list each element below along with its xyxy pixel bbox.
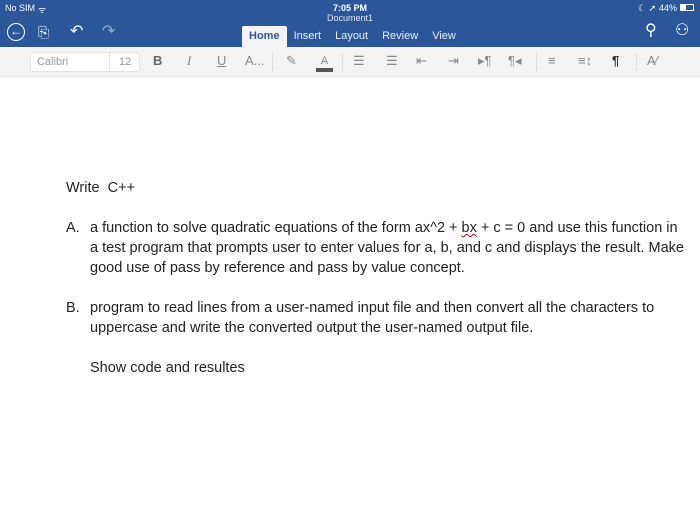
font-name[interactable]: Calibri	[37, 56, 68, 68]
battery-level: 44%	[659, 3, 678, 13]
item-a-text: a function to solve quadratic equations …	[90, 220, 462, 236]
underline-button[interactable]: U	[217, 54, 226, 68]
redo-icon[interactable]: ↷	[102, 24, 115, 40]
back-icon[interactable]: ←	[7, 23, 25, 41]
tab-view[interactable]: View	[425, 26, 463, 47]
numbering-icon[interactable]: ☰	[386, 54, 398, 68]
marker-a: A.	[66, 220, 80, 236]
heading: Write C++	[66, 180, 136, 196]
highlight-icon[interactable]: ✎	[286, 54, 297, 68]
more-font-button[interactable]: A...	[245, 54, 265, 68]
font-picker[interactable]: Calibri 12	[30, 52, 140, 72]
clear-formatting-icon[interactable]: A⁄	[647, 54, 658, 68]
bold-button[interactable]: B	[153, 54, 162, 68]
ltr-icon[interactable]: ▸¶	[478, 54, 492, 68]
bullets-icon[interactable]: ☰	[353, 54, 365, 68]
marker-b: B.	[66, 300, 80, 316]
list-item-a: A. a function to solve quadratic equatio…	[66, 218, 686, 278]
item-b-text: program to read lines from a user-named …	[90, 300, 655, 336]
decrease-indent-icon[interactable]: ⇤	[416, 54, 427, 68]
search-icon[interactable]: ⚲	[645, 23, 657, 39]
show-formatting-button[interactable]: ¶	[612, 54, 619, 68]
undo-icon[interactable]: ↶	[70, 24, 83, 40]
share-user-icon[interactable]: ⚇	[675, 23, 689, 39]
app-header: No SIM ᯤ 7:05 PM ☾ ➚ 44% Document1 ← ⎘ ↶…	[0, 0, 700, 47]
formatting-toolbar: Calibri 12 B I U A... ✎ A ☰ ☰ ⇤ ⇥ ▸¶ ¶◂ …	[0, 47, 700, 77]
tab-insert[interactable]: Insert	[287, 26, 329, 47]
italic-button[interactable]: I	[187, 54, 191, 68]
file-icon[interactable]: ⎘	[38, 24, 49, 40]
spelling-flag[interactable]: bx	[462, 220, 477, 236]
font-color-button[interactable]: A	[316, 54, 333, 72]
rtl-icon[interactable]: ¶◂	[508, 54, 522, 68]
clock: 7:05 PM	[332, 3, 367, 13]
align-left-icon[interactable]: ≡	[548, 54, 556, 68]
font-size[interactable]: 12	[119, 56, 131, 68]
tab-layout[interactable]: Layout	[328, 26, 375, 47]
document-body[interactable]: Write C++ A. a function to solve quadrat…	[66, 178, 686, 378]
tab-review[interactable]: Review	[375, 26, 425, 47]
document-title: Document1	[326, 13, 374, 23]
list-item-b: B. program to read lines from a user-nam…	[66, 298, 686, 338]
ribbon-tabs: Home Insert Layout Review View	[242, 26, 463, 47]
closing-line: Show code and resultes	[90, 360, 245, 376]
battery-icon	[680, 4, 694, 11]
line-spacing-icon[interactable]: ≡↕	[578, 54, 592, 68]
tab-home[interactable]: Home	[242, 26, 287, 47]
increase-indent-icon[interactable]: ⇥	[448, 54, 459, 68]
